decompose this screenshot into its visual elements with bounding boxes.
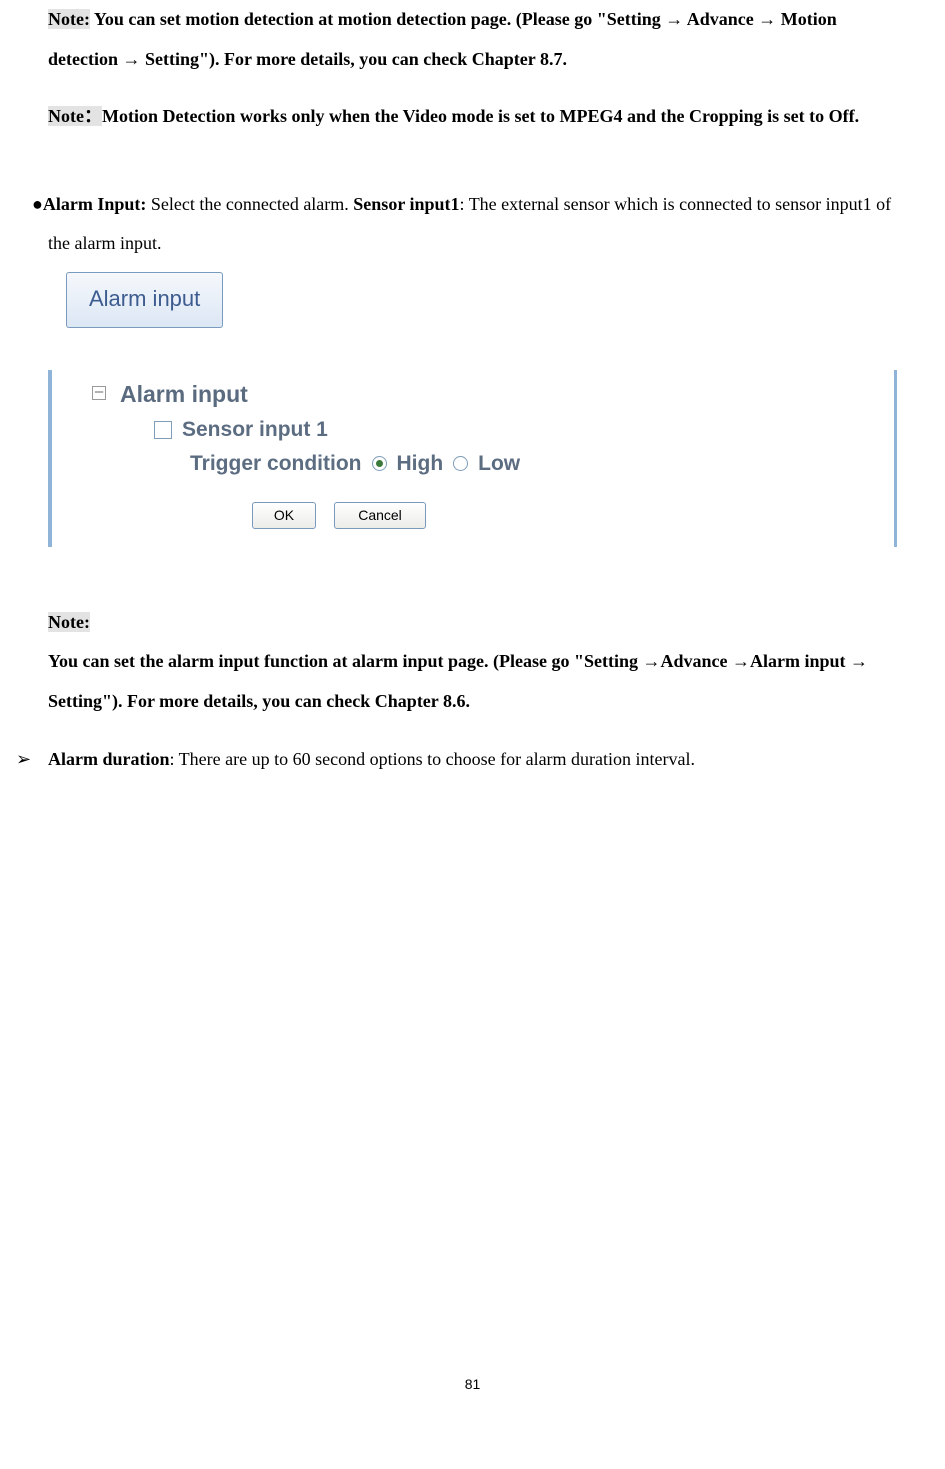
trigger-condition-row: Trigger condition High Low <box>92 447 894 481</box>
sensor-input1-label: Sensor input1 <box>353 194 459 214</box>
note2-label: Note <box>48 106 84 126</box>
alarm-input-button-graphic[interactable]: Alarm input <box>66 272 223 328</box>
alarm-input-paragraph: ●Alarm Input: Select the connected alarm… <box>48 185 897 264</box>
cancel-button[interactable]: Cancel <box>334 502 426 528</box>
note3-text: You can set the alarm input function at … <box>48 642 897 721</box>
page-number: 81 <box>48 1369 897 1400</box>
radio-low-label: Low <box>478 447 520 481</box>
trigger-condition-label: Trigger condition <box>190 447 362 481</box>
dialog-buttons: OK Cancel <box>92 502 894 528</box>
alarm-duration-text: : There are up to 60 second options to c… <box>170 749 696 769</box>
radio-high-label: High <box>397 447 444 481</box>
collapse-icon[interactable]: – <box>92 386 106 400</box>
note1-paragraph: Note: You can set motion detection at mo… <box>48 0 897 79</box>
alarm-input-section: ●Alarm Input: Select the connected alarm… <box>48 185 897 264</box>
note1-text: You can set motion detection at motion d… <box>48 9 837 69</box>
arrow-icon: ➢ <box>16 740 48 780</box>
radio-high[interactable] <box>372 456 387 471</box>
bullet-icon: ● <box>32 194 43 214</box>
alarm-input-panel: – Alarm input Sensor input 1 Trigger con… <box>48 370 897 546</box>
sensor-input1-checkbox[interactable] <box>154 421 172 439</box>
alarm-duration-paragraph: Alarm duration: There are up to 60 secon… <box>48 740 695 780</box>
alarm-duration-row: ➢ Alarm duration: There are up to 60 sec… <box>48 740 897 780</box>
note1-label: Note: <box>48 9 90 29</box>
alarm-input-label: Alarm Input: <box>43 194 147 214</box>
alarm-duration-label: Alarm duration <box>48 749 170 769</box>
sensor-input1-item: Sensor input 1 <box>182 413 328 447</box>
note2-text: Motion Detection works only when the Vid… <box>102 106 859 126</box>
radio-low[interactable] <box>453 456 468 471</box>
panel-heading-row: – Alarm input <box>92 376 894 413</box>
note3-block: Note: You can set the alarm input functi… <box>48 603 897 722</box>
note3-label: Note: <box>48 612 90 632</box>
note2-paragraph: Note：Motion Detection works only when th… <box>48 97 897 137</box>
alarm-input-text1: Select the connected alarm. <box>146 194 353 214</box>
panel-heading: Alarm input <box>120 376 248 413</box>
ok-button[interactable]: OK <box>252 502 316 528</box>
sensor-input-row: Sensor input 1 <box>92 413 894 447</box>
note2-colon: ： <box>84 106 102 126</box>
